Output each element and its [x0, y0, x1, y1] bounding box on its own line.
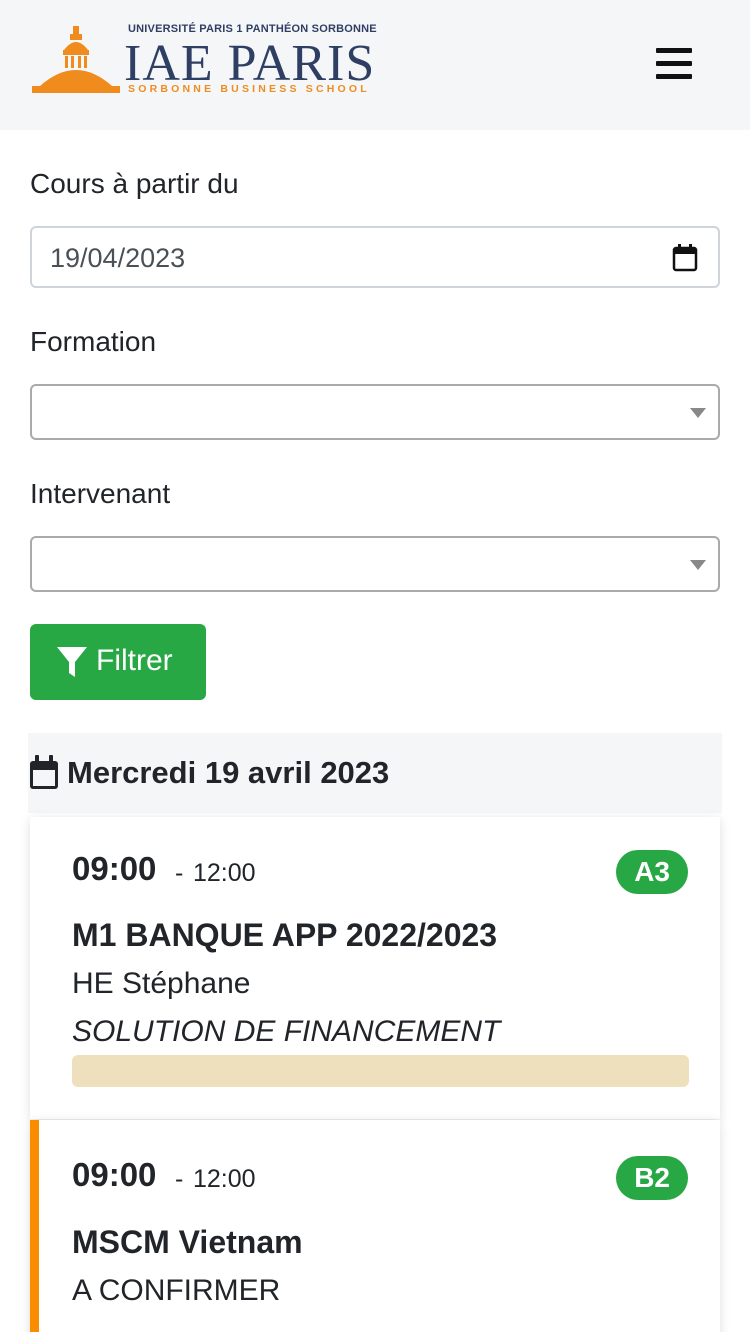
session-card[interactable]: 09:00 - 12:00 B2 MSCM Vietnam A CONFIRME…	[30, 1120, 720, 1332]
session-subject-bar	[72, 1055, 689, 1087]
session-accent-bar	[30, 1120, 39, 1332]
filter-button[interactable]: Filtrer	[30, 624, 206, 700]
chevron-down-icon	[690, 560, 706, 570]
session-end-time: 12:00	[193, 859, 256, 887]
pantheon-dome-icon	[32, 26, 120, 93]
chevron-down-icon	[690, 408, 706, 418]
session-teacher: HE Stéphane	[72, 967, 251, 1000]
session-time-separator: -	[175, 1165, 184, 1193]
hamburger-icon[interactable]	[650, 44, 700, 84]
day-header: Mercredi 19 avril 2023	[28, 733, 722, 813]
calendar-icon	[30, 755, 58, 789]
navbar: UNIVERSITÉ PARIS 1 PANTHÉON SORBONNE IAE…	[0, 0, 750, 130]
date-input[interactable]: 19/04/2023	[30, 226, 720, 288]
filter-button-label: Filtrer	[96, 644, 173, 677]
iae-paris-logo[interactable]: UNIVERSITÉ PARIS 1 PANTHÉON SORBONNE IAE…	[30, 18, 400, 102]
room-badge: B2	[616, 1156, 688, 1200]
room-badge: A3	[616, 850, 688, 894]
logo-university-line: UNIVERSITÉ PARIS 1 PANTHÉON SORBONNE	[128, 23, 377, 35]
calendar-picker-icon[interactable]	[672, 244, 698, 272]
session-teacher: A CONFIRMER	[72, 1274, 281, 1307]
day-title: Mercredi 19 avril 2023	[67, 755, 390, 790]
session-program: M1 BANQUE APP 2022/2023	[72, 917, 498, 953]
session-card[interactable]: 09:00 - 12:00 A3 M1 BANQUE APP 2022/2023…	[30, 817, 720, 1119]
filter-icon	[57, 647, 87, 677]
formation-label: Formation	[30, 326, 157, 357]
session-end-time: 12:00	[193, 1165, 256, 1193]
session-program: MSCM Vietnam	[72, 1224, 303, 1260]
session-subject: SOLUTION DE FINANCEMENT	[72, 1015, 501, 1048]
session-time-separator: -	[175, 859, 184, 887]
formation-select[interactable]	[30, 384, 720, 440]
intervenant-label: Intervenant	[30, 478, 171, 509]
session-start-time: 09:00	[72, 850, 157, 887]
session-start-time: 09:00	[72, 1156, 157, 1193]
logo-subtitle: SORBONNE BUSINESS SCHOOL	[128, 83, 370, 95]
date-label: Cours à partir du	[30, 168, 239, 199]
date-value: 19/04/2023	[50, 243, 186, 273]
intervenant-select[interactable]	[30, 536, 720, 592]
